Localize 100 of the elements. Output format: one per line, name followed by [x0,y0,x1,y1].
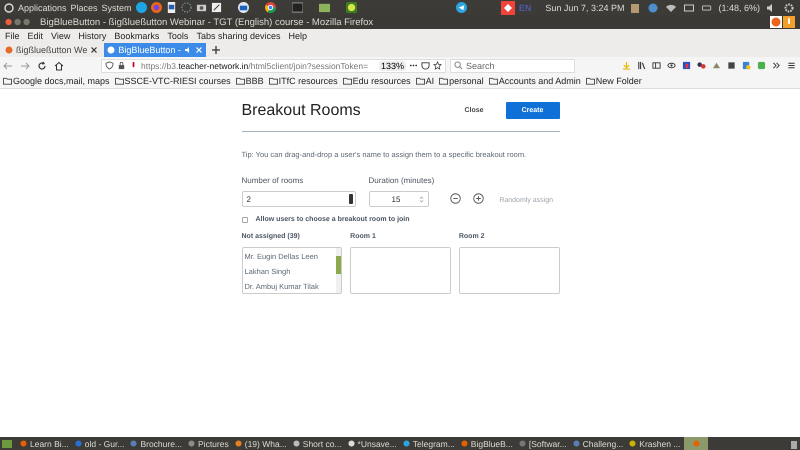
menu-icon[interactable] [787,61,796,70]
folder-icon [586,77,595,85]
telegram-icon[interactable] [456,2,467,13]
bookmark-folder[interactable]: Google docs,mail, maps [3,76,110,86]
folder-icon [439,77,448,85]
mail-icon[interactable] [238,2,249,13]
speaker-icon[interactable] [184,46,192,54]
app-icon [402,440,410,447]
close-icon[interactable] [90,46,98,54]
diamond-icon[interactable] [500,0,515,14]
star-icon[interactable] [433,61,442,70]
search-field[interactable]: Search [450,58,575,72]
pocket-icon[interactable] [421,61,430,70]
taskbar-item[interactable]: Learn Bi... [18,437,71,450]
zoom-badge[interactable]: 133% [378,60,406,70]
taskbar-item[interactable]: Krashen ... [627,437,682,450]
home-icon[interactable] [54,60,64,70]
trash-icon[interactable] [790,438,798,448]
tab-favicon-icon [107,46,116,54]
menu-item[interactable]: History [78,30,106,40]
bookmark-folder[interactable]: New Folder [586,76,642,86]
browser-tab[interactable]: ßigßlueßutton We [2,42,102,56]
menu-item[interactable]: Help [288,30,307,40]
address-bar[interactable]: https://b3.teacher-network.in/html5client/join?sessionToken= 133% [101,58,446,72]
bookmark-folder[interactable]: AI [416,76,434,86]
folder-icon [342,77,352,85]
folder-icon [488,77,498,85]
camera-icon[interactable] [196,2,207,13]
taskbar-item[interactable]: *Unsave... [346,437,399,450]
dotted-circle-icon[interactable] [180,2,192,13]
panel-menu[interactable]: System [102,2,132,12]
envelope-icon[interactable] [684,2,694,12]
tab-favicon-icon [5,46,13,54]
battery-icon[interactable] [702,2,712,12]
bookmark-folder[interactable]: Edu resources [342,76,411,86]
smiley-icon[interactable] [346,2,357,13]
taskbar-item[interactable]: (19) Wha... [232,437,289,450]
taskbar-item[interactable]: old - Gur... [72,437,126,450]
window-controls-icon[interactable] [5,18,32,26]
taskbar-item[interactable]: Pictures [186,437,231,450]
taskbar-item[interactable]: BigBlueB... [458,437,515,450]
lock-icon[interactable] [117,61,126,70]
duration-field[interactable]: 15 [368,191,428,207]
library-icon[interactable] [637,61,646,70]
clock[interactable]: Sun Jun 7, 3:24 PM [545,2,624,12]
menu-item[interactable]: File [5,30,20,40]
taskbar-item[interactable]: Telegram... [400,437,457,450]
taskbar-item[interactable]: Challeng... [570,437,626,450]
sidebar-icon[interactable] [652,61,661,70]
overflow-icon[interactable] [772,61,781,70]
new-tab-icon[interactable] [210,44,221,54]
shield-icon[interactable] [105,61,114,70]
minus-icon[interactable] [450,193,462,204]
menu-item[interactable]: Tools [167,30,188,40]
taskbar-item[interactable]: Short co... [290,437,344,450]
search-icon [454,61,463,70]
bookmark-folder[interactable]: personal [439,76,484,86]
terminal-icon[interactable] [292,2,303,13]
app-icon [188,440,196,447]
menu-item[interactable]: Tabs sharing devices [196,30,280,40]
firefox-icon[interactable] [150,2,162,13]
menu-item[interactable]: Bookmarks [114,30,160,40]
extension-icon[interactable] [682,61,691,70]
notes-icon[interactable] [210,2,222,13]
scrollbar[interactable] [336,248,342,293]
rooms-select[interactable]: 2 [242,191,356,207]
wifi-icon[interactable] [666,2,676,12]
firefox-icon[interactable] [770,16,782,28]
folder-icon[interactable] [318,2,330,13]
search-input[interactable]: Search [466,60,566,70]
checkbox[interactable] [242,216,248,222]
forward-icon[interactable] [20,60,30,70]
extension-icon[interactable] [697,61,706,70]
document-icon[interactable] [166,2,177,13]
back-icon[interactable] [3,60,13,70]
bookmark-folder[interactable]: SSCE-VTC-RIESI courses [114,76,231,86]
clipboard-icon[interactable] [630,2,640,12]
battery-status[interactable]: (1:48, 6%) [718,2,760,12]
folder-icon [236,77,245,85]
app-icon [629,440,636,447]
reload-icon[interactable] [37,60,47,70]
eye-icon[interactable] [667,61,676,70]
field-label: Duration (minutes) [368,176,434,185]
taskbar-item[interactable]: Brochure... [128,437,184,450]
app-icon [348,440,355,447]
panel-menu[interactable]: Applications [18,2,67,12]
settings-icon[interactable] [784,2,794,12]
bookmark-folder[interactable]: Accounts and Admin [488,76,581,86]
bookmark-folder[interactable]: ITfC resources [268,76,338,86]
skype-icon[interactable] [136,2,147,13]
app-icon [74,440,82,447]
chrome-icon[interactable] [264,2,276,13]
globe-icon[interactable] [648,2,658,12]
taskbar-item[interactable]: [Softwar... [516,437,569,450]
plus-icon[interactable] [473,193,484,204]
menu-item[interactable]: View [51,30,70,40]
menu-item[interactable]: Edit [28,30,44,40]
bookmark-folder[interactable]: BBB [236,76,264,86]
panel-menu[interactable]: Places [70,2,98,12]
show-desktop-icon[interactable] [2,440,12,448]
